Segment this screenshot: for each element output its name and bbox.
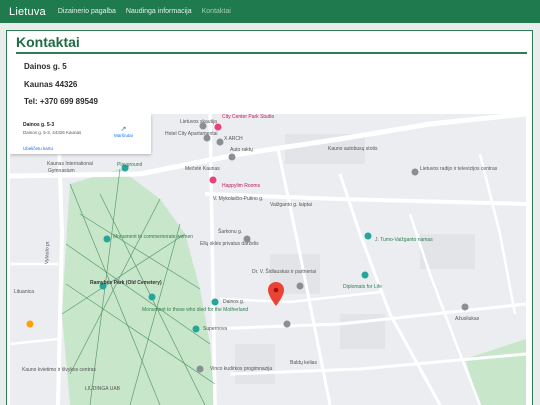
directions-icon: ↗	[120, 126, 127, 133]
view-larger-map-link[interactable]: Ubeličetu kartu	[23, 146, 53, 151]
building-block	[235, 344, 275, 384]
map-label: Šarkonu g.	[218, 229, 243, 235]
phone-number: Tel: +370 699 89549	[24, 97, 98, 106]
map-label: Ellų sklės privatus darželis	[200, 241, 259, 247]
map-label: Dr. V. Šidlauskas ir partneriai	[252, 269, 317, 275]
address-city: Kaunas 44326	[24, 80, 78, 89]
location-pin-dot	[273, 287, 279, 293]
map-label: Monument to commemorate women	[113, 234, 194, 240]
road-vytauto	[56, 114, 65, 405]
map-label: Lietuvos radijo ir televizijos centras	[420, 166, 498, 172]
map-label: Monument to those who died for the Mothe…	[142, 307, 249, 313]
navbar: Lietuva Dizainerio pagalba Naudinga info…	[0, 0, 540, 23]
map-label: Ažuoliukas	[455, 316, 480, 322]
map-label: Playground	[117, 162, 143, 168]
map-label: J. Tumo-Vaižganto namas	[375, 237, 433, 243]
nav-item-useful-info[interactable]: Naudinga informacija	[126, 8, 192, 15]
map-label: Auto raktų	[230, 147, 253, 153]
directions-button[interactable]: ↗ Maršrutai	[114, 126, 133, 138]
map-label: Vaižganto g. laiptai	[270, 202, 312, 208]
road	[478, 153, 517, 315]
map-info-window: Dainos g. 5-3 Dainos g. 5-3, 44326 Kauna…	[10, 114, 151, 154]
map-label: Baldų kelias	[290, 360, 317, 366]
map-label: Vytauto pr.	[44, 240, 51, 265]
brand-logo[interactable]: Lietuva	[0, 6, 46, 18]
map-label: Kauno kvietimo ir išvykos centras	[22, 367, 96, 373]
map-label: LIŪDINGA UAB	[85, 386, 121, 392]
park-area-east	[465, 339, 526, 405]
map-label: Kaunas International	[47, 161, 93, 167]
map-label: Vinco kudirkos progimnazija	[210, 366, 273, 372]
map-label: Supernova	[203, 326, 228, 332]
page-title: Kontaktai	[16, 34, 80, 50]
map-label: Happylim Rooms	[222, 183, 261, 189]
map-label: Hotel City Apartamentai	[165, 131, 218, 137]
map-label: Kauno autobusų stotis	[328, 146, 378, 152]
title-divider	[16, 52, 527, 54]
map-label: City Center Park Studio	[222, 114, 275, 120]
info-place-address: Dainos g. 5-3, 44326 Kaunas	[23, 130, 82, 135]
map-label: Ramybės Park (Old Cemetery)	[90, 280, 162, 286]
map-label: Diplomats for Life	[343, 284, 382, 290]
map-label: Mečetė Kaunas	[185, 166, 220, 172]
map-canvas[interactable]	[10, 114, 526, 405]
map-label: Lietuvos skautija	[180, 119, 217, 125]
directions-label: Maršrutai	[114, 133, 133, 138]
map-label: Gymnasium	[48, 168, 75, 174]
nav-item-designer-help[interactable]: Dizainerio pagalba	[58, 8, 116, 15]
road	[10, 262, 59, 346]
map-label: Dainos g.	[223, 299, 245, 305]
google-map[interactable]: Lietuvos skautija Hotel City Apartamenta…	[10, 114, 526, 405]
map-label: V. Mykolaičio-Putino g.	[213, 196, 264, 202]
info-place-name: Dainos g. 5-3	[23, 122, 55, 128]
nav-item-contacts[interactable]: Kontaktai	[202, 8, 231, 15]
map-label: X ARCH	[224, 136, 243, 142]
address-street: Dainos g. 5	[24, 62, 67, 71]
map-label: Lituanica	[14, 289, 35, 295]
